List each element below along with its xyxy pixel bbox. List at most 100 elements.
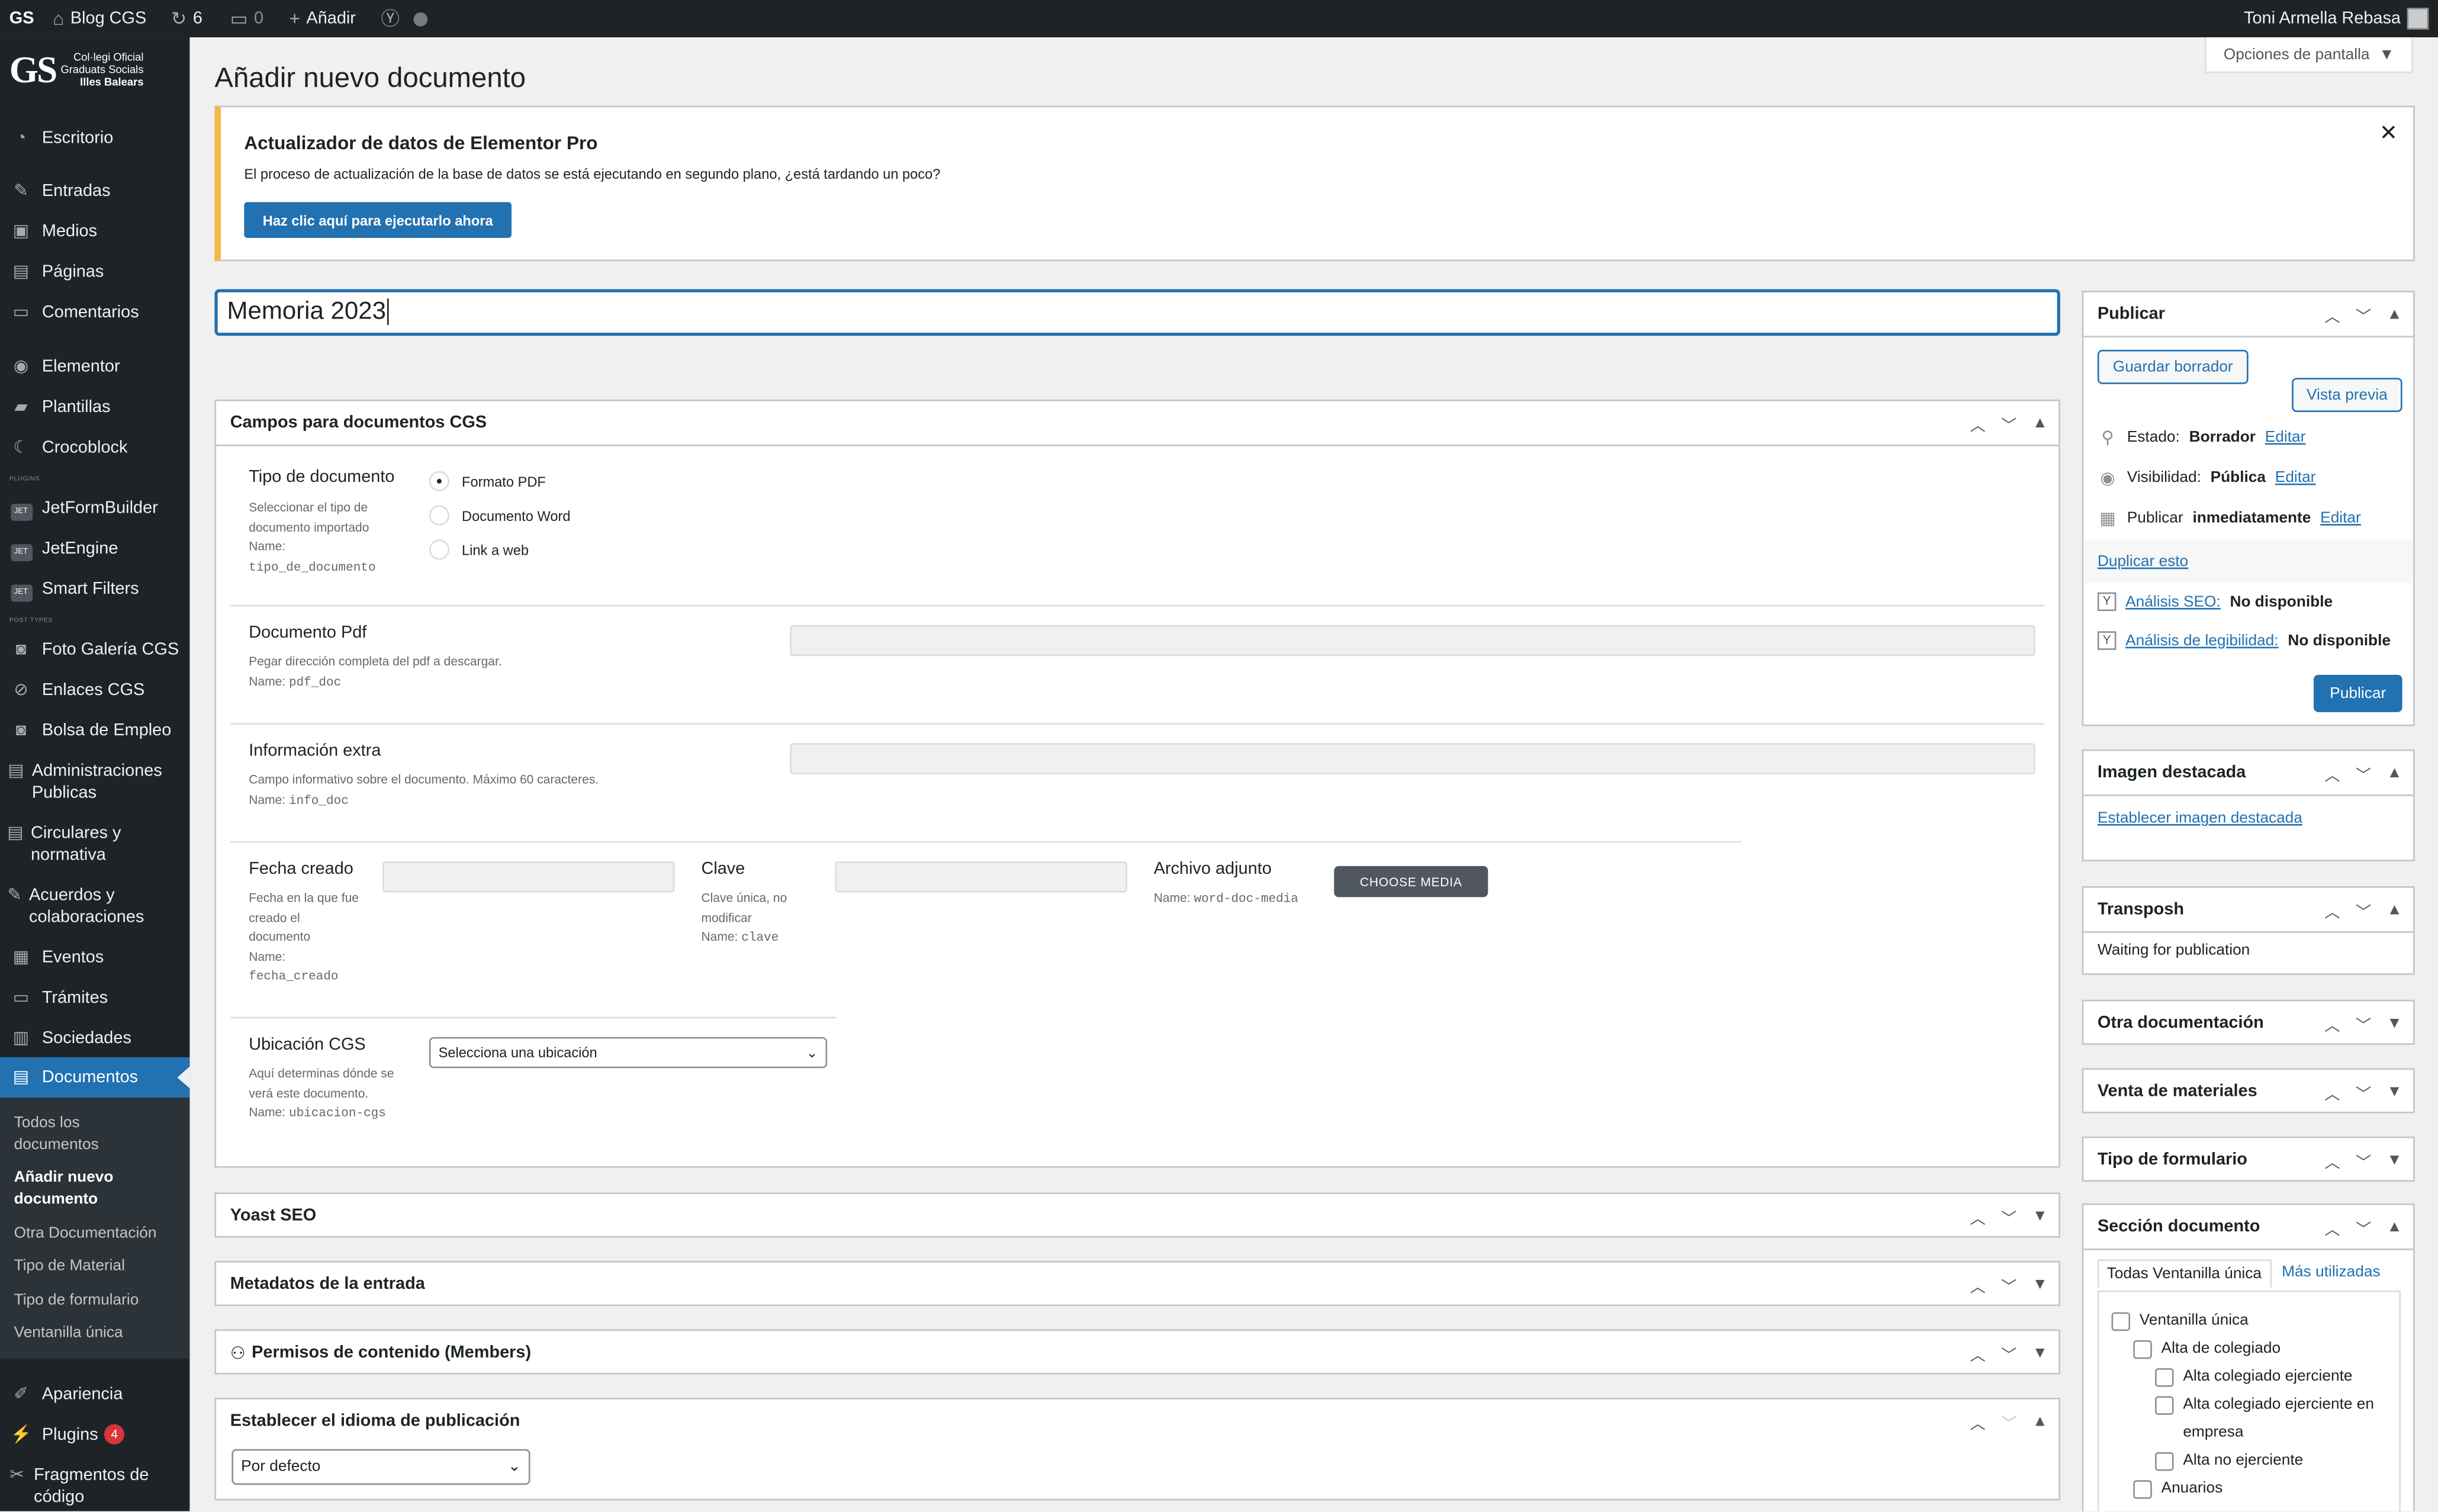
toggle-arrow-icon[interactable]: ▼ [2031,1207,2050,1224]
chevron-up-icon[interactable]: ︿ [1969,411,1987,435]
toggle-arrow-icon[interactable]: ▲ [2385,901,2404,918]
toggle-arrow-icon[interactable]: ▼ [2385,1151,2404,1169]
toggle-arrow-icon[interactable]: ▼ [2031,1344,2050,1361]
sidebar-item-medios[interactable]: ▣ Medios [0,221,189,243]
sidebar-item-fragmentos[interactable]: ✂ Fragmentos de código [0,1465,171,1508]
toggle-arrow-icon[interactable]: ▼ [2031,1276,2050,1293]
toggle-arrow-icon[interactable]: ▼ [2385,1015,2404,1032]
post-title-input[interactable]: Memoria 2023 [214,289,2060,336]
metadatos-header[interactable]: Metadatos de la entrada [216,1263,2059,1307]
checkbox-alta-colegiado[interactable]: Alta de colegiado [2133,1336,2281,1363]
chevron-down-icon[interactable]: ﹀ [2354,761,2373,784]
edit-schedule-link[interactable]: Editar [2320,510,2361,527]
chevron-up-icon[interactable]: ︿ [2323,1080,2342,1103]
chevron-down-icon[interactable]: ﹀ [1999,1273,2018,1296]
radio-formato-pdf[interactable]: Formato PDF [429,471,546,491]
chevron-up-icon[interactable]: ︿ [2323,1011,2342,1035]
idioma-header[interactable]: Establecer el idioma de publicación [216,1400,2059,1443]
chevron-down-icon[interactable]: ﹀ [2354,303,2373,326]
checkbox-alta-ejerciente-empresa[interactable]: Alta colegiado ejerciente en empresa [2155,1392,2398,1448]
tab-mas-utilizadas[interactable]: Más utilizadas [2271,1259,2391,1287]
sidebar-item-smart-filters[interactable]: JET Smart Filters [0,578,189,602]
run-update-button[interactable]: Haz clic aquí para ejecutarlo ahora [244,202,512,238]
sidebar-item-bolsa-empleo[interactable]: ◙ Bolsa de Empleo [0,720,189,742]
clave-input[interactable] [835,861,1128,893]
sidebar-item-acuerdos[interactable]: ✎ Acuerdos y colaboraciones [0,884,171,928]
fecha-input[interactable] [382,861,675,893]
toggle-arrow-icon[interactable]: ▼ [2385,1083,2404,1100]
sidebar-item-elementor[interactable]: ◉ Elementor [0,356,189,378]
submenu-anadir-nuevo[interactable]: Añadir nuevo documento [14,1167,154,1211]
sidebar-item-circulares[interactable]: ▤ Circulares y normativa [0,822,156,866]
sidebar-item-enlaces[interactable]: ⊘ Enlaces CGS [0,680,189,702]
campos-header[interactable]: Campos para documentos CGS [216,401,2059,445]
set-featured-image-link[interactable]: Establecer imagen destacada [2098,810,2302,827]
site-name-link[interactable]: ⌂ Blog CGS [53,0,146,37]
checkbox-alta-ejerciente[interactable]: Alta colegiado ejerciente [2155,1363,2353,1391]
chevron-down-icon[interactable]: ﹀ [2354,1080,2373,1103]
sidebar-item-eventos[interactable]: ▦ Eventos [0,947,189,969]
chevron-down-icon[interactable]: ﹀ [1999,1410,2018,1433]
edit-visibility-link[interactable]: Editar [2275,469,2316,487]
choose-media-button[interactable]: CHOOSE MEDIA [1334,866,1488,897]
duplicate-link[interactable]: Duplicar esto [2098,554,2188,571]
chevron-up-icon[interactable]: ︿ [1969,1204,1987,1228]
pdf-input[interactable] [790,625,2035,657]
submenu-otra-documentacion[interactable]: Otra Documentación [14,1224,182,1246]
updates-link[interactable]: ↻ 6 [171,0,202,37]
toggle-arrow-icon[interactable]: ▲ [2385,764,2404,781]
save-draft-button[interactable]: Guardar borrador [2097,349,2249,384]
sidebar-item-apariencia[interactable]: ✐ Apariencia [0,1384,189,1405]
info-input[interactable] [790,743,2035,774]
checkbox-anuarios[interactable]: Anuarios [2133,1475,2222,1503]
publish-button[interactable]: Publicar [2313,674,2402,712]
submenu-todos[interactable]: Todos los documentos [14,1113,139,1157]
sidebar-item-jetengine[interactable]: JET JetEngine [0,538,189,562]
chevron-down-icon[interactable]: ﹀ [1999,411,2018,435]
yoast-seo-header[interactable]: Yoast SEO [216,1194,2059,1238]
comments-link[interactable]: ▭ 0 [230,0,263,37]
radio-documento-word[interactable]: Documento Word [429,505,571,526]
chevron-down-icon[interactable]: ﹀ [1999,1341,2018,1365]
chevron-up-icon[interactable]: ︿ [2323,1215,2342,1238]
toggle-arrow-icon[interactable]: ▲ [2385,1218,2404,1236]
sidebar-item-administraciones[interactable]: ▤ Administraciones Publicas [0,760,184,804]
user-account[interactable]: Toni Armella Rebasa [2244,0,2429,37]
yoast-icon[interactable]: Ⓨ [381,0,400,37]
edit-status-link[interactable]: Editar [2265,429,2306,446]
chevron-up-icon[interactable]: ︿ [1969,1341,1987,1365]
sidebar-item-entradas[interactable]: ✎ Entradas [0,181,189,202]
checkbox-alta-no-ejerciente[interactable]: Alta no ejerciente [2155,1447,2303,1475]
sidebar-item-escritorio[interactable]: ◔ Escritorio [0,127,189,149]
sidebar-item-documentos[interactable]: ▤ Documentos [0,1057,190,1098]
chevron-up-icon[interactable]: ︿ [1969,1410,1987,1433]
toggle-arrow-icon[interactable]: ▲ [2031,414,2050,432]
sidebar-item-jetformbuilder[interactable]: JET JetFormBuilder [0,497,189,521]
tab-todas[interactable]: Todas Ventanilla única [2097,1259,2271,1288]
close-icon[interactable]: ✕ [2379,120,2398,146]
sidebar-item-foto-galeria[interactable]: ◙ Foto Galería CGS [0,639,189,661]
submenu-ventanilla[interactable]: Ventanilla única [14,1323,182,1345]
submenu-tipo-formulario[interactable]: Tipo de formulario [14,1291,182,1312]
submenu-tipo-material[interactable]: Tipo de Material [14,1256,182,1278]
permisos-header[interactable]: ⚇ Permisos de contenido (Members) [216,1331,2059,1375]
chevron-up-icon[interactable]: ︿ [1969,1273,1987,1296]
sidebar-item-paginas[interactable]: ▤ Páginas [0,261,189,283]
ubicacion-select[interactable]: Selecciona una ubicación ⌄ [429,1037,828,1069]
wp-logo[interactable]: GS [9,0,34,37]
chevron-up-icon[interactable]: ︿ [2323,898,2342,921]
sidebar-item-sociedades[interactable]: ▥ Sociedades [0,1028,189,1050]
sidebar-item-plugins[interactable]: ⚡ Plugins 4 [0,1424,189,1446]
chevron-down-icon[interactable]: ﹀ [1999,1204,2018,1228]
screen-options-button[interactable]: Opciones de pantalla ▼ [2205,37,2414,73]
toggle-arrow-icon[interactable]: ▲ [2031,1413,2050,1430]
chevron-up-icon[interactable]: ︿ [2323,1149,2342,1172]
new-content-link[interactable]: + Añadir [289,0,355,37]
chevron-up-icon[interactable]: ︿ [2323,303,2342,326]
sidebar-item-comentarios[interactable]: ▭ Comentarios [0,302,189,324]
preview-button[interactable]: Vista previa [2292,378,2402,412]
chevron-down-icon[interactable]: ﹀ [2354,1011,2373,1035]
chevron-down-icon[interactable]: ﹀ [2354,1149,2373,1172]
chevron-down-icon[interactable]: ﹀ [2354,898,2373,921]
radio-link-web[interactable]: Link a web [429,539,529,560]
